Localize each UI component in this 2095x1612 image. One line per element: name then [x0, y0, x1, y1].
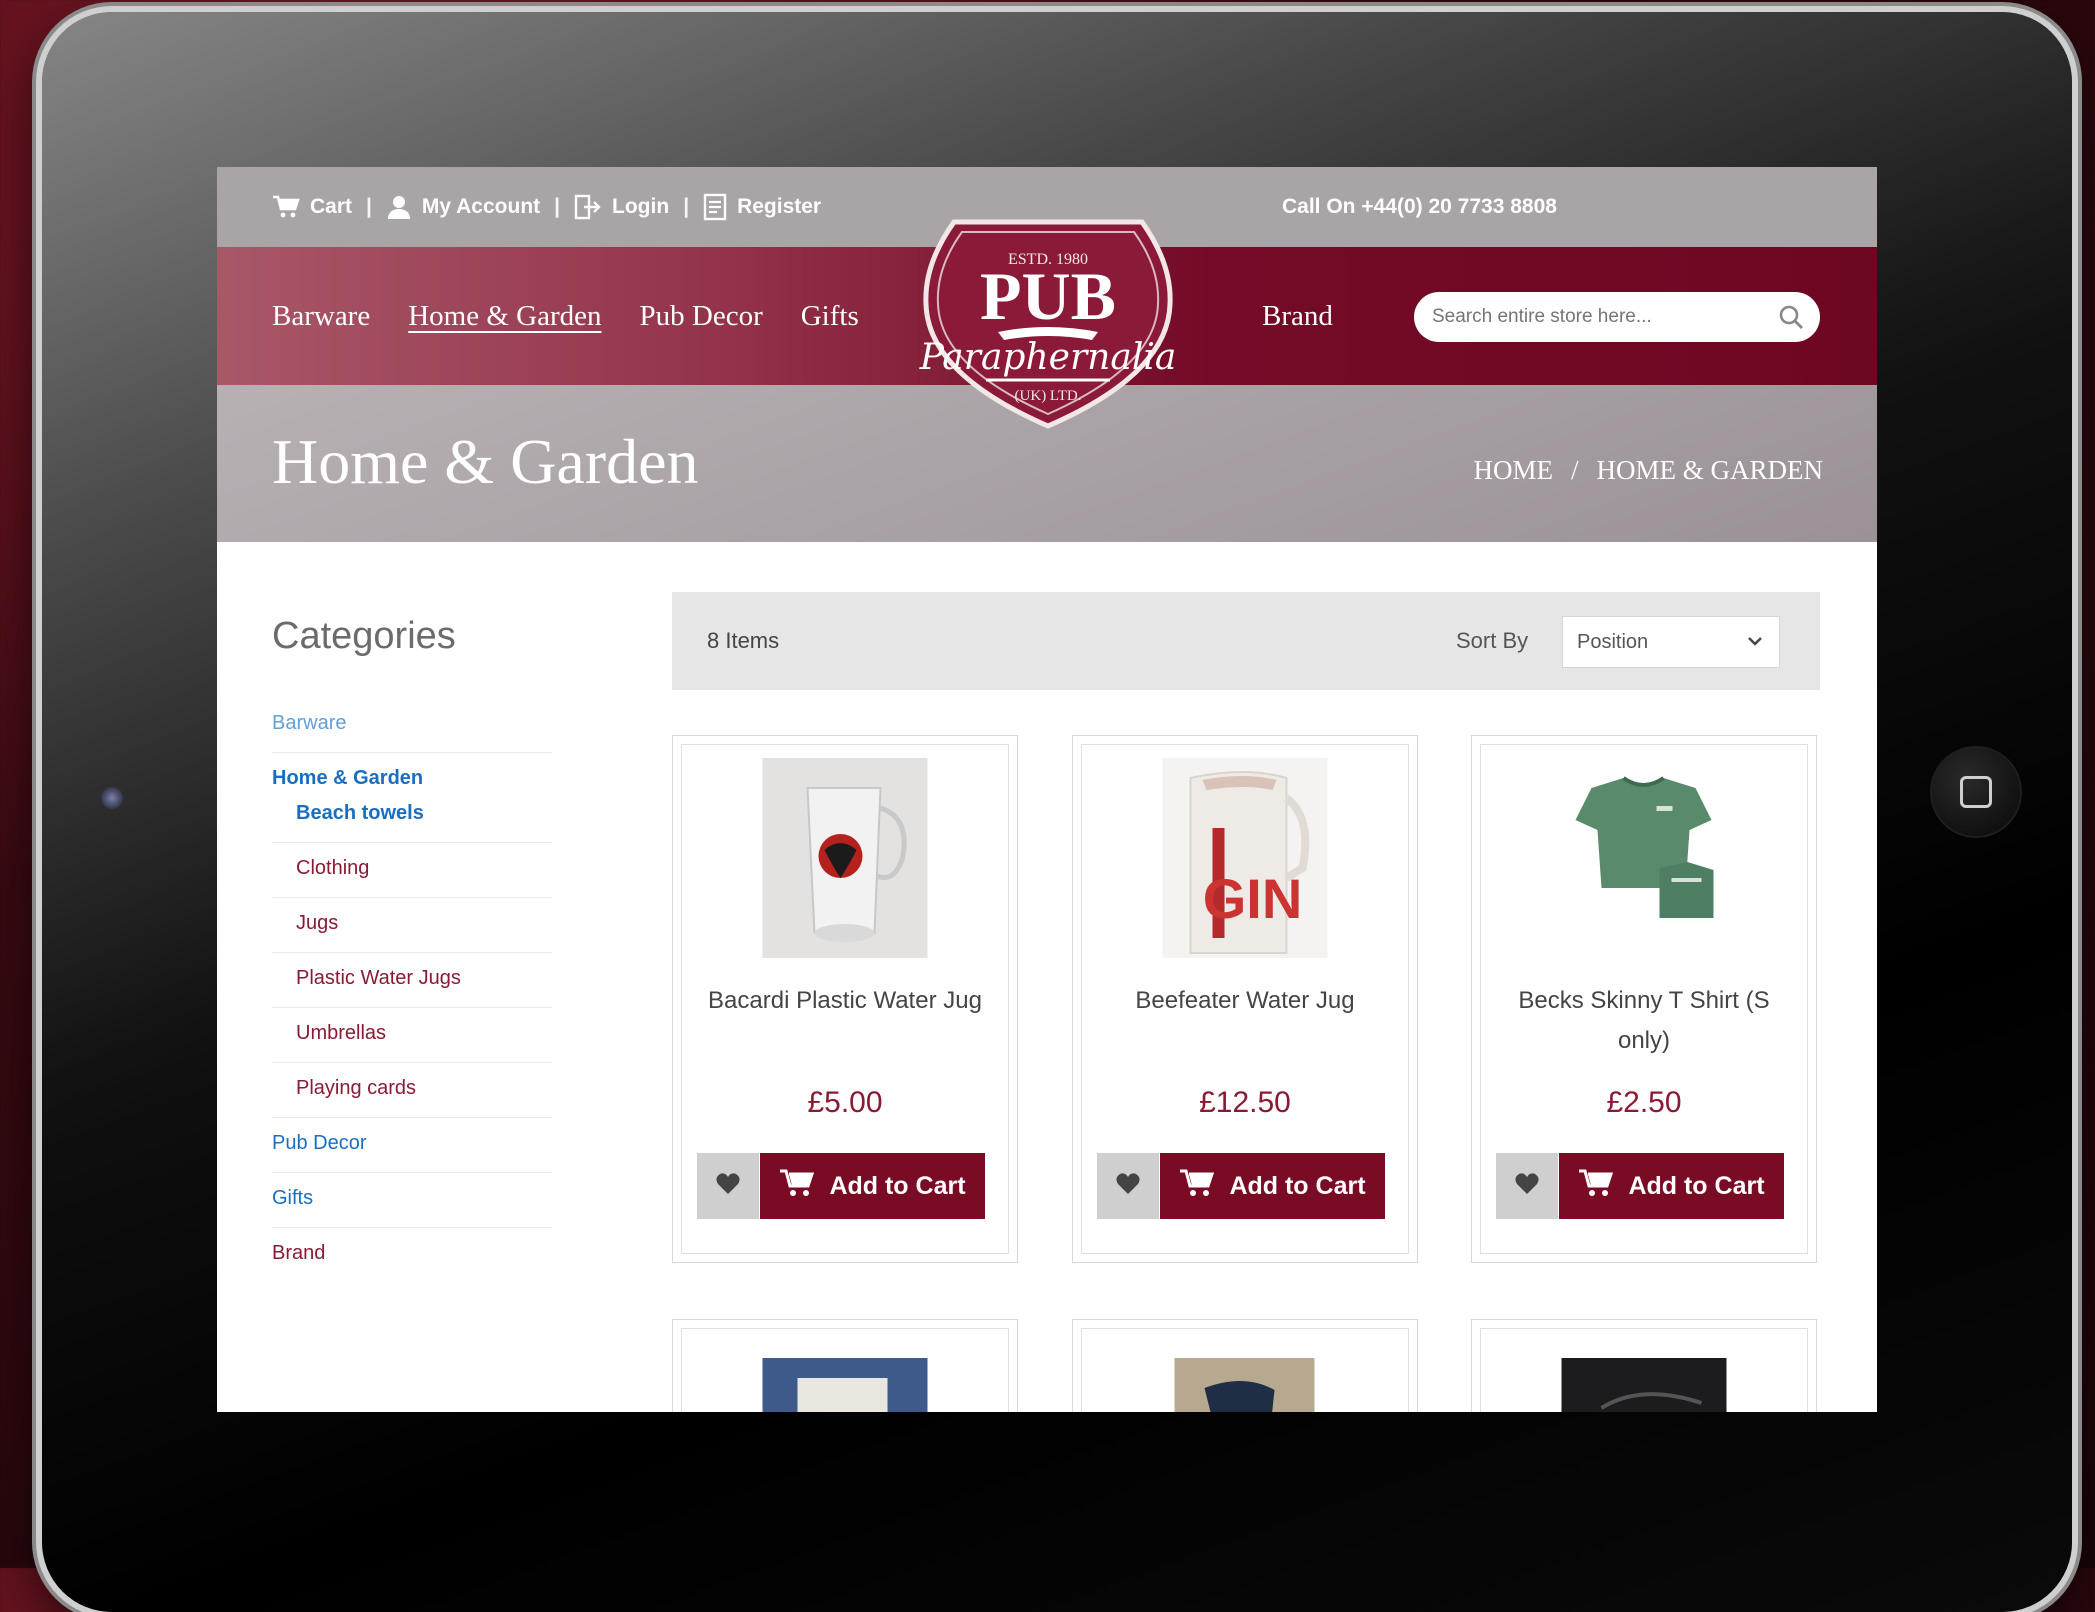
separator: |: [683, 195, 690, 218]
category-home-garden[interactable]: Home & Garden: [272, 767, 423, 789]
register-label: Register: [737, 195, 822, 218]
heart-icon: [1115, 1172, 1141, 1201]
sort-select[interactable]: Position: [1562, 616, 1780, 668]
breadcrumb-separator: /: [1570, 455, 1579, 485]
cart-icon: [1179, 1168, 1215, 1205]
product-card: Bacardi Plastic Water Jug £5.00 Add to C…: [672, 735, 1018, 1263]
nav-item-home-garden[interactable]: Home & Garden: [408, 300, 601, 333]
search-icon[interactable]: [1778, 304, 1804, 335]
cart-link[interactable]: Cart: [272, 195, 352, 219]
jug-print-text: GIN: [1203, 867, 1303, 930]
add-to-cart-label: Add to Cart: [829, 1171, 966, 1200]
items-count: 8 Items: [707, 628, 780, 653]
square-icon: [1960, 776, 1992, 808]
add-to-cart-button[interactable]: Add to Cart: [760, 1153, 985, 1219]
add-to-cart-label: Add to Cart: [1628, 1171, 1765, 1200]
subcategory-clothing[interactable]: Clothing: [296, 857, 369, 879]
cart-icon: [272, 195, 300, 219]
product-name[interactable]: Beefeater Water Jug: [1093, 981, 1397, 1021]
product-image[interactable]: [762, 1358, 928, 1412]
phone-number: Call On +44(0) 20 7733 8808: [1282, 195, 1557, 218]
subcategory-playing-cards[interactable]: Playing cards: [296, 1077, 416, 1099]
product-price: £2.50: [1606, 1086, 1682, 1119]
login-link[interactable]: Login: [574, 194, 669, 220]
category-pub-decor[interactable]: Pub Decor: [272, 1132, 367, 1154]
home-button[interactable]: [1930, 746, 2022, 838]
wishlist-button[interactable]: [697, 1153, 759, 1219]
breadcrumb: HOME / HOME & GARDEN: [1473, 455, 1823, 486]
product-image[interactable]: [1561, 758, 1727, 958]
category-brand[interactable]: Brand: [272, 1242, 325, 1264]
add-to-cart-button[interactable]: Add to Cart: [1559, 1153, 1784, 1219]
register-link[interactable]: Register: [703, 193, 821, 221]
wishlist-button[interactable]: [1496, 1153, 1558, 1219]
site-logo[interactable]: ESTD. 1980 PUB Paraphernalia (UK) LTD.: [914, 194, 1182, 434]
cart-icon: [779, 1168, 815, 1205]
subcategory-plastic-water-jugs[interactable]: Plastic Water Jugs: [296, 967, 461, 989]
product-card: GIN Beefeater Water Jug £12.50 Add to Ca…: [1072, 735, 1418, 1263]
subcategory-jugs[interactable]: Jugs: [296, 912, 338, 934]
login-icon: [574, 194, 602, 220]
chevron-down-icon: [1745, 631, 1765, 657]
product-name[interactable]: Bacardi Plastic Water Jug: [693, 981, 997, 1021]
breadcrumb-home[interactable]: HOME: [1473, 455, 1553, 486]
product-image[interactable]: [1561, 1358, 1727, 1412]
browser-screen: Cart | My Account | Login | Register Cal…: [217, 167, 1877, 1412]
my-account-label: My Account: [421, 195, 541, 218]
search-bar: [1414, 292, 1820, 342]
nav-item-pub-decor[interactable]: Pub Decor: [640, 300, 763, 333]
separator: |: [366, 195, 372, 218]
category-barware[interactable]: Barware: [272, 712, 346, 734]
product-card: [1471, 1319, 1817, 1412]
register-icon: [703, 193, 727, 221]
nav-item-barware[interactable]: Barware: [272, 300, 370, 333]
subcategory-beach-towels[interactable]: Beach towels: [296, 802, 424, 824]
product-name[interactable]: Becks Skinny T Shirt (S only): [1492, 981, 1796, 1061]
sort-label: Sort By: [1456, 628, 1529, 653]
account-links: Cart | My Account | Login | Register: [272, 167, 821, 247]
heart-icon: [715, 1172, 741, 1201]
wishlist-button[interactable]: [1097, 1153, 1159, 1219]
add-to-cart-button[interactable]: Add to Cart: [1160, 1153, 1385, 1219]
page-title: Home & Garden: [272, 426, 699, 497]
product-image[interactable]: [1163, 1358, 1328, 1412]
category-gifts[interactable]: Gifts: [272, 1187, 313, 1209]
product-card: [1072, 1319, 1418, 1412]
subcategory-umbrellas[interactable]: Umbrellas: [296, 1022, 386, 1044]
product-card: Becks Skinny T Shirt (S only) £2.50 Add …: [1471, 735, 1817, 1263]
login-label: Login: [612, 195, 670, 218]
product-image[interactable]: [762, 758, 928, 958]
breadcrumb-current: HOME & GARDEN: [1596, 455, 1824, 485]
nav-item-brand[interactable]: Brand: [1262, 300, 1333, 333]
product-toolbar: 8 Items Sort By Position: [672, 592, 1820, 690]
product-card: [672, 1319, 1018, 1412]
categories-title: Categories: [272, 615, 456, 657]
logo-script: Paraphernalia: [919, 337, 1177, 378]
separator: |: [554, 195, 561, 218]
logo-ltd: (UK) LTD.: [1015, 388, 1082, 404]
categories-sidebar: Categories Barware Home & Garden Beach t…: [272, 615, 552, 1282]
my-account-link[interactable]: My Account: [386, 194, 540, 220]
heart-icon: [1514, 1172, 1540, 1201]
camera-icon: [101, 787, 123, 809]
add-to-cart-label: Add to Cart: [1229, 1171, 1366, 1200]
product-price: £5.00: [807, 1086, 883, 1119]
user-icon: [386, 194, 412, 220]
product-price: £12.50: [1199, 1086, 1291, 1119]
nav-item-gifts[interactable]: Gifts: [801, 300, 859, 333]
sort-value: Position: [1577, 630, 1649, 653]
logo-main: PUB: [980, 258, 1116, 334]
product-image[interactable]: GIN: [1162, 758, 1328, 958]
cart-icon: [1578, 1168, 1614, 1205]
search-input[interactable]: [1430, 305, 1764, 329]
cart-link-label: Cart: [310, 195, 353, 218]
